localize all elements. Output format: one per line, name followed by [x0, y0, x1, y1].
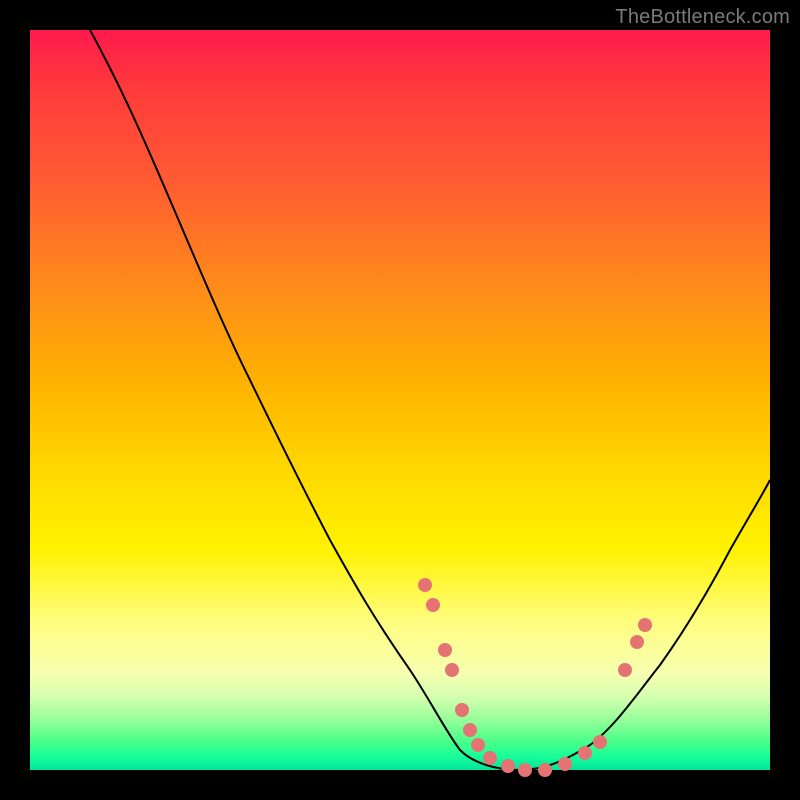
curve-dot — [578, 746, 592, 760]
curve-dot — [538, 763, 552, 777]
curve-dot — [438, 643, 452, 657]
curve-svg — [30, 30, 770, 770]
chart-frame: TheBottleneck.com — [0, 0, 800, 800]
curve-dot — [445, 663, 459, 677]
curve-dot — [518, 763, 532, 777]
watermark-text: TheBottleneck.com — [615, 6, 790, 29]
curve-dot — [618, 663, 632, 677]
bottleneck-curve — [90, 30, 770, 770]
curve-dot — [455, 703, 469, 717]
curve-dot — [426, 598, 440, 612]
curve-dot — [483, 751, 497, 765]
curve-dot — [418, 578, 432, 592]
curve-dot — [501, 759, 515, 773]
curve-dot — [638, 618, 652, 632]
curve-dot — [593, 735, 607, 749]
curve-dot — [463, 723, 477, 737]
curve-dot — [558, 757, 572, 771]
curve-dot — [630, 635, 644, 649]
curve-dot — [471, 738, 485, 752]
